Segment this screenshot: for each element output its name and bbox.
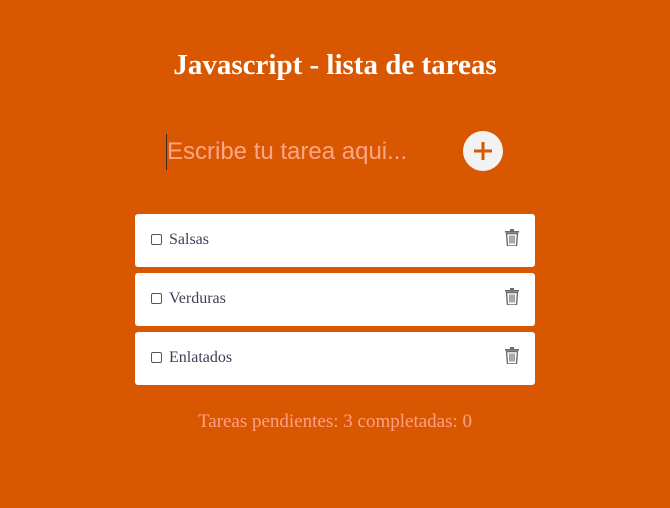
new-task-row	[166, 130, 506, 174]
trash-icon[interactable]	[505, 347, 519, 364]
task-status: Tareas pendientes: 3 completadas: 0	[197, 411, 473, 432]
task-checkbox[interactable]	[151, 234, 162, 245]
task-input[interactable]	[166, 134, 447, 170]
task-checkbox[interactable]	[151, 352, 162, 363]
plus-icon	[474, 142, 492, 160]
task-label: Enlatados	[169, 349, 233, 366]
task-label: Verduras	[169, 290, 226, 307]
task-checkbox[interactable]	[151, 293, 162, 304]
add-task-button[interactable]	[463, 131, 503, 171]
task-label: Salsas	[169, 231, 209, 248]
trash-icon[interactable]	[505, 229, 519, 246]
list-item: Salsas	[135, 214, 535, 267]
task-list: Salsas Verduras Enlatados	[135, 214, 535, 391]
list-item: Verduras	[135, 273, 535, 326]
page-title: Javascript - lista de tareas	[173, 49, 497, 81]
list-item: Enlatados	[135, 332, 535, 385]
trash-icon[interactable]	[505, 288, 519, 305]
